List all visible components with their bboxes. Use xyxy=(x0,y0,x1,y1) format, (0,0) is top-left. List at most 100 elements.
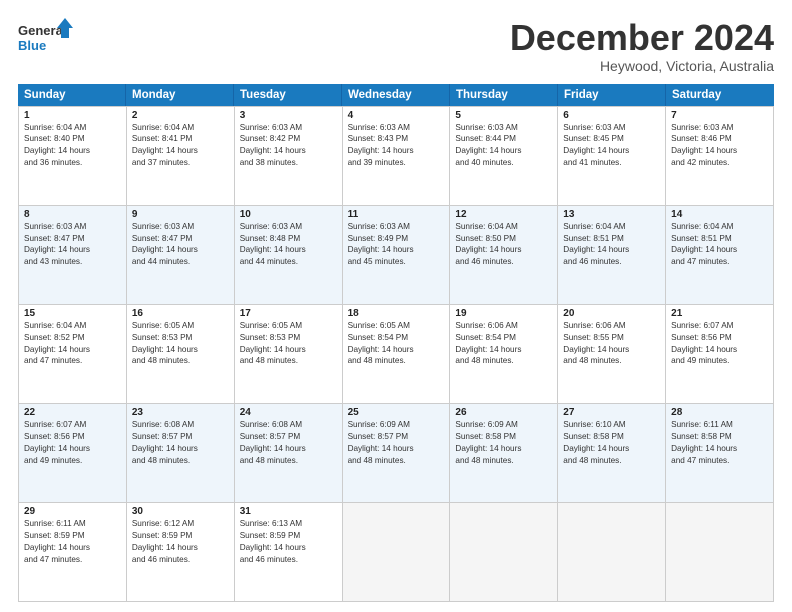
cell-info: Sunrise: 6:11 AM Sunset: 8:58 PM Dayligh… xyxy=(671,419,768,467)
cell-info: Sunrise: 6:03 AM Sunset: 8:49 PM Dayligh… xyxy=(348,221,445,269)
day-number: 15 xyxy=(24,308,121,319)
logo: General Blue xyxy=(18,18,73,58)
day-number: 8 xyxy=(24,209,121,220)
day-number: 3 xyxy=(240,110,337,121)
cal-cell: 21Sunrise: 6:07 AM Sunset: 8:56 PM Dayli… xyxy=(666,305,774,404)
day-number: 30 xyxy=(132,506,229,517)
day-number: 21 xyxy=(671,308,768,319)
day-number: 24 xyxy=(240,407,337,418)
week-row-3: 15Sunrise: 6:04 AM Sunset: 8:52 PM Dayli… xyxy=(19,305,774,404)
cell-info: Sunrise: 6:04 AM Sunset: 8:51 PM Dayligh… xyxy=(671,221,768,269)
day-number: 19 xyxy=(455,308,552,319)
cell-info: Sunrise: 6:12 AM Sunset: 8:59 PM Dayligh… xyxy=(132,518,229,566)
cell-info: Sunrise: 6:13 AM Sunset: 8:59 PM Dayligh… xyxy=(240,518,337,566)
cell-info: Sunrise: 6:11 AM Sunset: 8:59 PM Dayligh… xyxy=(24,518,121,566)
day-number: 11 xyxy=(348,209,445,220)
cal-cell: 23Sunrise: 6:08 AM Sunset: 8:57 PM Dayli… xyxy=(127,404,235,503)
cal-cell: 12Sunrise: 6:04 AM Sunset: 8:50 PM Dayli… xyxy=(450,206,558,305)
day-number: 28 xyxy=(671,407,768,418)
cell-info: Sunrise: 6:03 AM Sunset: 8:44 PM Dayligh… xyxy=(455,122,552,170)
cell-info: Sunrise: 6:05 AM Sunset: 8:53 PM Dayligh… xyxy=(132,320,229,368)
cal-cell: 24Sunrise: 6:08 AM Sunset: 8:57 PM Dayli… xyxy=(235,404,343,503)
day-number: 26 xyxy=(455,407,552,418)
cal-cell: 9Sunrise: 6:03 AM Sunset: 8:47 PM Daylig… xyxy=(127,206,235,305)
header-friday: Friday xyxy=(558,84,666,106)
svg-text:Blue: Blue xyxy=(18,38,46,53)
day-number: 10 xyxy=(240,209,337,220)
cal-cell: 2Sunrise: 6:04 AM Sunset: 8:41 PM Daylig… xyxy=(127,107,235,206)
cell-info: Sunrise: 6:06 AM Sunset: 8:54 PM Dayligh… xyxy=(455,320,552,368)
cell-info: Sunrise: 6:04 AM Sunset: 8:40 PM Dayligh… xyxy=(24,122,121,170)
cell-info: Sunrise: 6:06 AM Sunset: 8:55 PM Dayligh… xyxy=(563,320,660,368)
cell-info: Sunrise: 6:07 AM Sunset: 8:56 PM Dayligh… xyxy=(24,419,121,467)
cell-info: Sunrise: 6:04 AM Sunset: 8:51 PM Dayligh… xyxy=(563,221,660,269)
header-monday: Monday xyxy=(126,84,234,106)
cal-cell: 13Sunrise: 6:04 AM Sunset: 8:51 PM Dayli… xyxy=(558,206,666,305)
day-number: 7 xyxy=(671,110,768,121)
day-number: 27 xyxy=(563,407,660,418)
day-number: 13 xyxy=(563,209,660,220)
cal-cell: 1Sunrise: 6:04 AM Sunset: 8:40 PM Daylig… xyxy=(19,107,127,206)
month-title: December 2024 xyxy=(510,18,774,58)
cal-cell: 8Sunrise: 6:03 AM Sunset: 8:47 PM Daylig… xyxy=(19,206,127,305)
cell-info: Sunrise: 6:03 AM Sunset: 8:42 PM Dayligh… xyxy=(240,122,337,170)
day-number: 12 xyxy=(455,209,552,220)
cell-info: Sunrise: 6:08 AM Sunset: 8:57 PM Dayligh… xyxy=(240,419,337,467)
calendar-body: 1Sunrise: 6:04 AM Sunset: 8:40 PM Daylig… xyxy=(18,106,774,602)
page: General Blue December 2024 Heywood, Vict… xyxy=(0,0,792,612)
week-row-4: 22Sunrise: 6:07 AM Sunset: 8:56 PM Dayli… xyxy=(19,404,774,503)
cell-info: Sunrise: 6:07 AM Sunset: 8:56 PM Dayligh… xyxy=(671,320,768,368)
header-saturday: Saturday xyxy=(666,84,774,106)
cell-info: Sunrise: 6:05 AM Sunset: 8:54 PM Dayligh… xyxy=(348,320,445,368)
svg-text:General: General xyxy=(18,23,66,38)
cell-info: Sunrise: 6:10 AM Sunset: 8:58 PM Dayligh… xyxy=(563,419,660,467)
cal-cell: 22Sunrise: 6:07 AM Sunset: 8:56 PM Dayli… xyxy=(19,404,127,503)
day-number: 4 xyxy=(348,110,445,121)
cal-cell: 16Sunrise: 6:05 AM Sunset: 8:53 PM Dayli… xyxy=(127,305,235,404)
cell-info: Sunrise: 6:08 AM Sunset: 8:57 PM Dayligh… xyxy=(132,419,229,467)
cal-cell: 4Sunrise: 6:03 AM Sunset: 8:43 PM Daylig… xyxy=(343,107,451,206)
cell-info: Sunrise: 6:04 AM Sunset: 8:50 PM Dayligh… xyxy=(455,221,552,269)
day-number: 22 xyxy=(24,407,121,418)
cal-cell: 18Sunrise: 6:05 AM Sunset: 8:54 PM Dayli… xyxy=(343,305,451,404)
day-number: 16 xyxy=(132,308,229,319)
cal-cell xyxy=(343,503,451,602)
header-thursday: Thursday xyxy=(450,84,558,106)
cell-info: Sunrise: 6:09 AM Sunset: 8:58 PM Dayligh… xyxy=(455,419,552,467)
cell-info: Sunrise: 6:03 AM Sunset: 8:43 PM Dayligh… xyxy=(348,122,445,170)
cal-cell: 28Sunrise: 6:11 AM Sunset: 8:58 PM Dayli… xyxy=(666,404,774,503)
calendar-header: Sunday Monday Tuesday Wednesday Thursday… xyxy=(18,84,774,106)
day-number: 9 xyxy=(132,209,229,220)
cal-cell: 20Sunrise: 6:06 AM Sunset: 8:55 PM Dayli… xyxy=(558,305,666,404)
day-number: 20 xyxy=(563,308,660,319)
cal-cell: 5Sunrise: 6:03 AM Sunset: 8:44 PM Daylig… xyxy=(450,107,558,206)
header: General Blue December 2024 Heywood, Vict… xyxy=(18,18,774,74)
cal-cell xyxy=(450,503,558,602)
cal-cell xyxy=(666,503,774,602)
cal-cell: 11Sunrise: 6:03 AM Sunset: 8:49 PM Dayli… xyxy=(343,206,451,305)
cal-cell: 17Sunrise: 6:05 AM Sunset: 8:53 PM Dayli… xyxy=(235,305,343,404)
cal-cell: 27Sunrise: 6:10 AM Sunset: 8:58 PM Dayli… xyxy=(558,404,666,503)
cal-cell: 14Sunrise: 6:04 AM Sunset: 8:51 PM Dayli… xyxy=(666,206,774,305)
logo-svg: General Blue xyxy=(18,18,73,58)
day-number: 29 xyxy=(24,506,121,517)
cell-info: Sunrise: 6:03 AM Sunset: 8:47 PM Dayligh… xyxy=(24,221,121,269)
cal-cell: 26Sunrise: 6:09 AM Sunset: 8:58 PM Dayli… xyxy=(450,404,558,503)
calendar: Sunday Monday Tuesday Wednesday Thursday… xyxy=(18,84,774,602)
cell-info: Sunrise: 6:03 AM Sunset: 8:47 PM Dayligh… xyxy=(132,221,229,269)
day-number: 14 xyxy=(671,209,768,220)
cal-cell: 15Sunrise: 6:04 AM Sunset: 8:52 PM Dayli… xyxy=(19,305,127,404)
day-number: 17 xyxy=(240,308,337,319)
cal-cell: 30Sunrise: 6:12 AM Sunset: 8:59 PM Dayli… xyxy=(127,503,235,602)
day-number: 6 xyxy=(563,110,660,121)
week-row-1: 1Sunrise: 6:04 AM Sunset: 8:40 PM Daylig… xyxy=(19,107,774,206)
cell-info: Sunrise: 6:03 AM Sunset: 8:45 PM Dayligh… xyxy=(563,122,660,170)
day-number: 25 xyxy=(348,407,445,418)
day-number: 23 xyxy=(132,407,229,418)
cal-cell xyxy=(558,503,666,602)
cal-cell: 3Sunrise: 6:03 AM Sunset: 8:42 PM Daylig… xyxy=(235,107,343,206)
day-number: 5 xyxy=(455,110,552,121)
cal-cell: 31Sunrise: 6:13 AM Sunset: 8:59 PM Dayli… xyxy=(235,503,343,602)
header-sunday: Sunday xyxy=(18,84,126,106)
week-row-2: 8Sunrise: 6:03 AM Sunset: 8:47 PM Daylig… xyxy=(19,206,774,305)
